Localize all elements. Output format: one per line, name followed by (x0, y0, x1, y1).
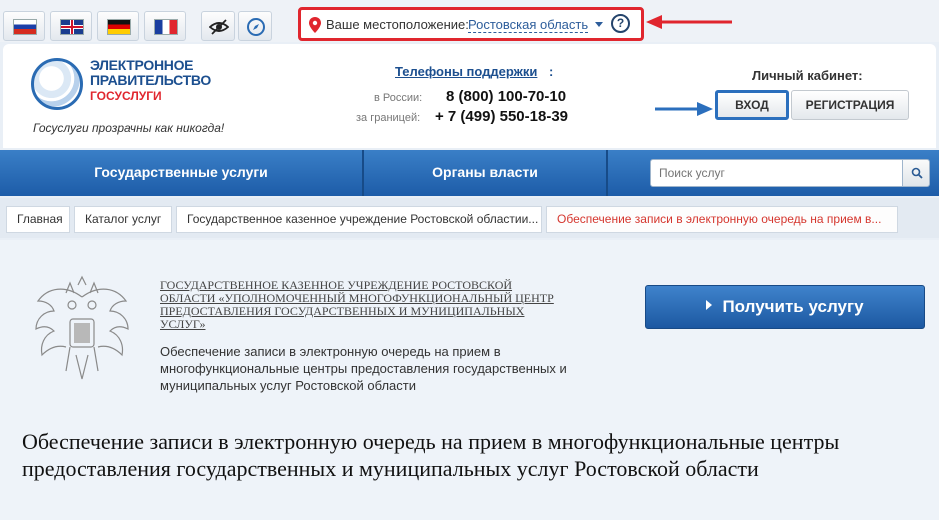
chevron-down-icon[interactable] (595, 22, 603, 27)
phone-abroad-label: за границей: (356, 112, 421, 124)
compass-icon (247, 18, 265, 36)
annotation-arrow-icon (655, 102, 713, 116)
top-bar: Ваше местоположение: Ростовская область … (0, 0, 939, 42)
lang-de-button[interactable] (97, 11, 139, 41)
help-icon[interactable]: ? (611, 14, 630, 33)
site-header: ЭЛЕКТРОННОЕ ПРАВИТЕЛЬСТВО ГОСУСЛУГИ Госу… (3, 44, 936, 148)
nav-authorities[interactable]: Органы власти (364, 150, 606, 196)
nav-divider (606, 150, 608, 196)
search-icon (911, 167, 923, 179)
breadcrumb-home[interactable]: Главная (6, 206, 70, 233)
breadcrumb-current: Обеспечение записи в электронную очередь… (546, 206, 898, 233)
lang-fr-button[interactable] (144, 11, 186, 41)
location-pin-icon (309, 17, 321, 33)
eye-icon (209, 19, 229, 35)
annotation-arrow-icon (646, 15, 732, 29)
flag-de-icon (107, 19, 131, 35)
search-button[interactable] (902, 159, 930, 187)
phone-abroad-number: + 7 (499) 550-18-39 (435, 108, 569, 125)
lang-en-button[interactable] (50, 11, 92, 41)
coat-of-arms-icon (35, 275, 129, 380)
slogan: Госуслуги прозрачны как никогда! (33, 121, 225, 135)
get-service-label: Получить услугу (722, 297, 864, 316)
map-button[interactable] (238, 11, 272, 41)
login-button[interactable]: ВХОД (715, 90, 789, 120)
flag-uk-icon (60, 19, 84, 35)
location-label: Ваше местоположение: (326, 17, 469, 32)
logo-text-line1[interactable]: ЭЛЕКТРОННОЕ (90, 58, 194, 73)
organization-link[interactable]: ГОСУДАРСТВЕННОЕ КАЗЕННОЕ УЧРЕЖДЕНИЕ РОСТ… (160, 279, 560, 331)
search-input[interactable] (650, 159, 903, 187)
logo-text-line2[interactable]: ПРАВИТЕЛЬСТВО (90, 73, 211, 88)
phone-russia-number: 8 (800) 100-70-10 (446, 88, 567, 105)
flag-fr-icon (154, 19, 178, 35)
breadcrumb-organization[interactable]: Государственное казенное учреждение Рост… (176, 206, 542, 233)
accessibility-button[interactable] (201, 11, 235, 41)
get-service-button[interactable]: Получить услугу (645, 285, 925, 329)
support-phones-link[interactable]: Телефоны поддержки (395, 64, 537, 79)
page-title: Обеспечение записи в электронную очередь… (22, 429, 840, 481)
play-arrow-icon (706, 300, 713, 310)
lang-ru-button[interactable] (3, 11, 45, 41)
nav-gov-services[interactable]: Государственные услуги (0, 150, 362, 196)
location-value[interactable]: Ростовская область (468, 17, 589, 33)
gosuslugi-logo-icon[interactable] (31, 58, 83, 110)
service-short-description: Обеспечение записи в электронную очередь… (160, 344, 567, 393)
logo-text-line3[interactable]: ГОСУСЛУГИ (90, 89, 162, 103)
breadcrumb: Главная Каталог услуг Государственное ка… (0, 198, 939, 238)
phone-russia-label: в России: (374, 92, 423, 104)
location-selector[interactable]: Ваше местоположение: Ростовская область … (298, 7, 644, 41)
support-colon: : (549, 64, 554, 79)
flag-ru-icon (13, 19, 37, 35)
breadcrumb-catalog[interactable]: Каталог услуг (74, 206, 172, 233)
cabinet-title: Личный кабинет: (752, 68, 863, 83)
register-button[interactable]: РЕГИСТРАЦИЯ (791, 90, 909, 120)
